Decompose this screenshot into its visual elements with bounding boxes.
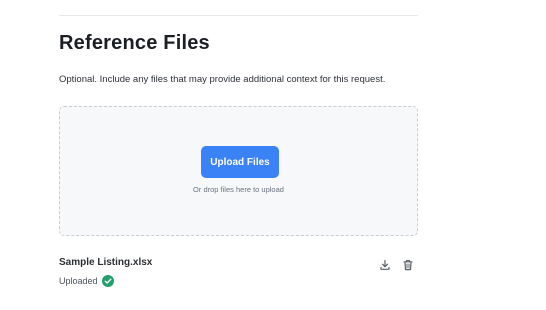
- section-description: Optional. Include any files that may pro…: [59, 74, 386, 85]
- file-status: Uploaded: [59, 275, 114, 287]
- section-title: Reference Files: [59, 32, 210, 54]
- file-name: Sample Listing.xlsx: [59, 257, 153, 268]
- file-status-label: Uploaded: [59, 276, 98, 286]
- drop-hint: Or drop files here to upload: [193, 185, 284, 194]
- trash-icon[interactable]: [402, 259, 414, 271]
- upload-files-button[interactable]: Upload Files: [201, 146, 279, 178]
- download-icon[interactable]: [379, 259, 391, 271]
- section-divider: [59, 15, 418, 16]
- check-circle-icon: [101, 275, 114, 287]
- file-dropzone[interactable]: Upload Files Or drop files here to uploa…: [59, 106, 418, 236]
